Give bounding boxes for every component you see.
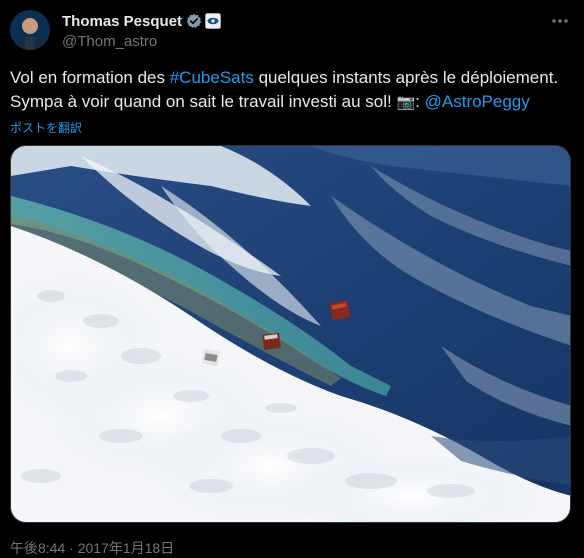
verified-badge-icon[interactable] <box>186 13 202 29</box>
esa-affiliation-icon[interactable] <box>205 13 222 29</box>
tweet-text-segment: Vol en formation des <box>10 68 170 87</box>
tweet: Thomas Pesquet @Thom_astro Vol en format… <box>0 0 584 556</box>
cubesat-3 <box>201 348 221 367</box>
camera-emoji: 📷 <box>396 94 416 111</box>
translate-post-link[interactable]: ポストを翻訳 <box>10 119 82 136</box>
more-options-icon[interactable] <box>546 9 574 33</box>
handle[interactable]: @Thom_astro <box>62 33 221 50</box>
author-names: Thomas Pesquet @Thom_astro <box>62 11 222 50</box>
hashtag-link[interactable]: #CubeSats <box>170 68 254 87</box>
avatar[interactable] <box>10 10 50 50</box>
mention-link[interactable]: @AstroPeggy <box>425 92 530 111</box>
tweet-header: Thomas Pesquet @Thom_astro <box>10 9 574 53</box>
tweet-text-segment: Sympa à voir quand on sait le travail in… <box>10 92 397 111</box>
tweet-text-line-2: Sympa à voir quand on sait le travail in… <box>10 90 574 115</box>
display-name[interactable]: Thomas Pesquet <box>62 13 182 30</box>
tweet-photo[interactable] <box>10 145 571 523</box>
tweet-text: Vol en formation des #CubeSats quelques … <box>10 66 574 115</box>
tweet-text-segment: quelques instants après le déploiement. <box>253 68 559 87</box>
cubesat-2 <box>262 332 282 351</box>
tweet-text-line-1: Vol en formation des #CubeSats quelques … <box>10 66 574 90</box>
tweet-text-segment: : <box>415 92 425 111</box>
tweet-timestamp[interactable]: 午後8:44 · 2017年1月18日 <box>10 538 174 558</box>
